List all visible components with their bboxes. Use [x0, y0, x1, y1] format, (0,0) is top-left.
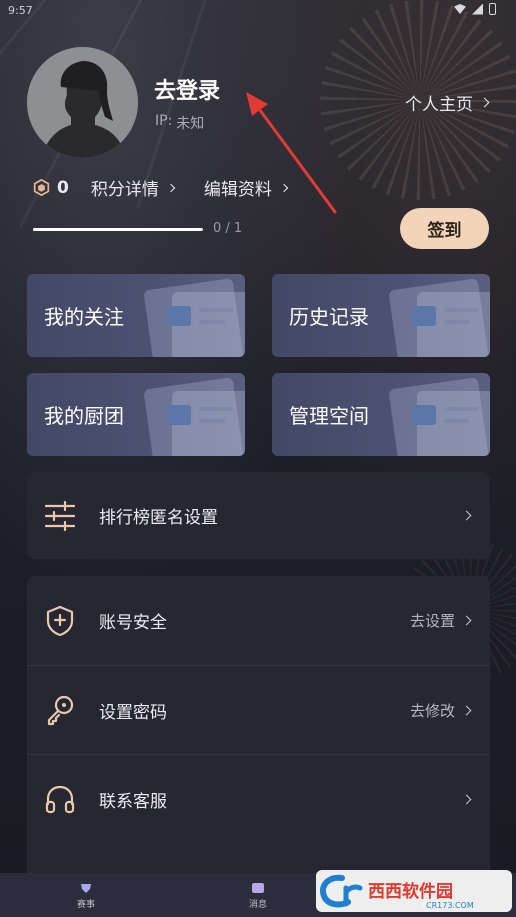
card-following[interactable]: 我的关注 — [27, 274, 245, 357]
set-password-action: 去修改 — [409, 700, 472, 721]
points-row: 0 积分详情 编辑资料 — [33, 175, 317, 200]
rank-anonymous-settings-row[interactable]: 排行榜匿名设置 — [27, 472, 490, 559]
card-decoration — [199, 407, 233, 411]
progress-text: 0 / 1 — [213, 221, 243, 236]
card-label: 管理空间 — [289, 404, 369, 428]
svg-text:CR173.COM: CR173.COM — [426, 901, 474, 910]
ip-value: 未知 — [176, 116, 205, 132]
edit-profile-link[interactable]: 编辑资料 — [203, 175, 289, 200]
wifi-icon — [454, 4, 466, 14]
card-manage-space[interactable]: 管理空间 — [272, 373, 490, 456]
login-title[interactable]: 去登录 — [154, 73, 220, 105]
avatar[interactable] — [27, 47, 138, 158]
chevron-right-icon — [461, 615, 472, 626]
status-time: 9:57 — [8, 4, 33, 17]
card-label: 历史记录 — [289, 305, 369, 329]
chevron-right-icon — [461, 510, 472, 521]
shield-plus-icon — [46, 605, 74, 636]
sliders-icon — [44, 500, 76, 531]
edit-profile-label: 编辑资料 — [203, 180, 272, 200]
card-decoration — [444, 320, 470, 324]
chevron-right-icon — [279, 183, 289, 192]
homepage-label: 个人主页 — [405, 95, 473, 115]
points-details-link[interactable]: 积分详情 — [90, 175, 176, 200]
key-icon — [47, 695, 74, 726]
signal-icon — [472, 3, 483, 15]
message-icon — [252, 882, 264, 893]
customer-service-label: 联系客服 — [99, 791, 167, 812]
set-password-row[interactable]: 设置密码 去修改 — [27, 665, 490, 754]
rank-settings-panel: 排行榜匿名设置 — [27, 472, 490, 559]
account-security-row[interactable]: 账号安全 去设置 — [27, 576, 490, 665]
points-details-label: 积分详情 — [90, 180, 159, 200]
progress-fill — [33, 228, 202, 231]
card-label: 我的关注 — [44, 305, 124, 329]
card-label: 我的厨团 — [44, 404, 124, 428]
account-security-action: 去设置 — [409, 610, 472, 631]
status-icons — [454, 3, 496, 15]
document-icon — [412, 405, 436, 425]
set-password-action-label: 去修改 — [409, 701, 455, 720]
customer-service-action — [461, 794, 472, 804]
settings-panel: 账号安全 去设置 设置密码 去修改 联系客服 — [27, 576, 490, 886]
customer-service-row[interactable]: 联系客服 — [27, 754, 490, 843]
chevron-right-icon — [479, 97, 490, 108]
chevron-right-icon — [461, 794, 472, 804]
ip-label: IP: — [155, 113, 173, 129]
points-hexagon-icon — [33, 179, 50, 196]
card-my-group[interactable]: 我的厨团 — [27, 373, 245, 456]
nav-tab-events[interactable]: 赛事 — [0, 873, 172, 917]
chevron-right-icon — [166, 183, 176, 192]
cr173-watermark-logo: 西西软件园 CR173.COM — [316, 870, 512, 912]
nav-label: 消息 — [248, 899, 267, 910]
avatar-silhouette-icon — [27, 47, 138, 158]
document-icon — [167, 405, 191, 425]
account-security-label: 账号安全 — [99, 613, 167, 633]
checkin-progress-bar — [33, 228, 203, 231]
ip-info: IP: 未知 — [155, 113, 204, 133]
headphones-icon — [45, 785, 75, 814]
card-decoration — [199, 320, 225, 324]
status-bar: 9:57 — [0, 0, 516, 22]
trophy-icon — [81, 883, 91, 893]
document-icon — [412, 306, 436, 326]
battery-icon — [489, 3, 496, 15]
account-security-action-label: 去设置 — [409, 612, 455, 630]
points-value: 0 — [57, 177, 69, 198]
svg-text:西西软件园: 西西软件园 — [368, 881, 453, 902]
nav-label: 赛事 — [76, 899, 95, 910]
card-decoration — [444, 308, 478, 312]
checkin-button[interactable]: 签到 — [400, 208, 489, 249]
card-decoration — [444, 407, 478, 411]
card-decoration — [444, 419, 470, 423]
set-password-label: 设置密码 — [99, 702, 167, 723]
annotation-arrow-icon — [246, 92, 337, 214]
chevron-right-icon — [461, 705, 472, 715]
rank-settings-label: 排行榜匿名设置 — [99, 508, 218, 528]
card-history[interactable]: 历史记录 — [272, 274, 490, 357]
profile-screen: 9:57 去登录 IP: 未知 个人主页 0 积分详情 编辑资料 0 / 1 签… — [0, 0, 516, 917]
homepage-link[interactable]: 个人主页 — [405, 90, 490, 115]
card-decoration — [199, 419, 225, 423]
card-decoration — [199, 308, 233, 312]
rank-settings-action — [461, 510, 472, 521]
document-icon — [167, 306, 191, 326]
